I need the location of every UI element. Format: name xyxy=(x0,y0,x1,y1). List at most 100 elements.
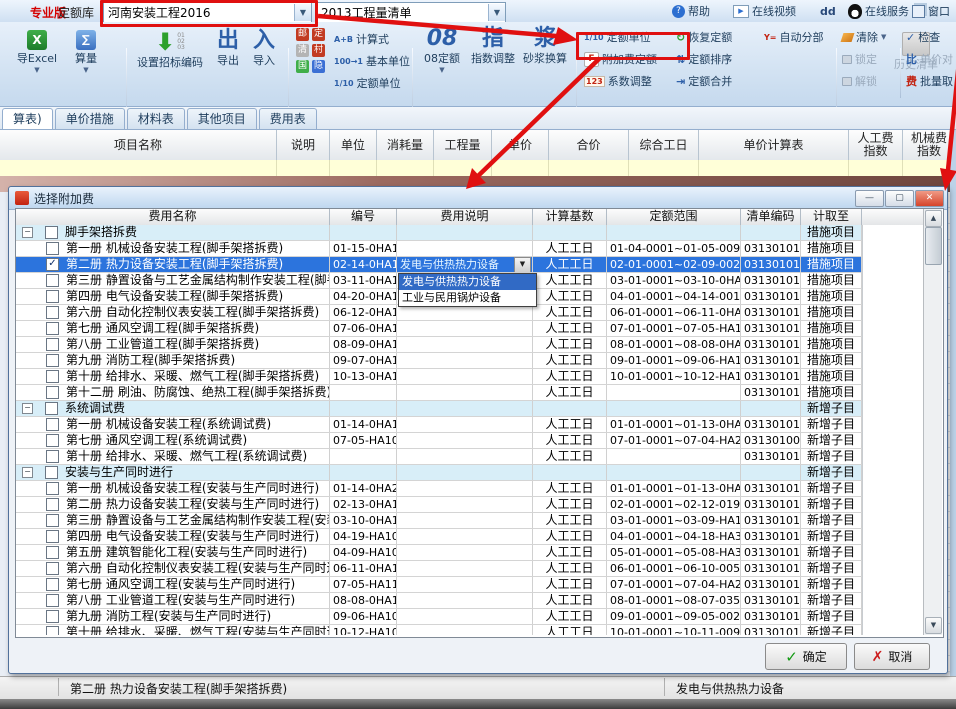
fee-checkbox[interactable] xyxy=(46,594,59,607)
fee-row[interactable]: 第八册 工业管道工程(脚手架搭拆费)08-09-0HA1人工工日08-01-00… xyxy=(16,337,862,353)
export-excel-button[interactable]: X 导Excel ▼ xyxy=(14,30,60,74)
fee-row[interactable]: 第十册 给排水、采暖、燃气工程(系统调试费)人工工日031301018新增子目 xyxy=(16,449,862,465)
batch-fee-button[interactable]: 费 批量取 xyxy=(906,72,953,90)
fee-checkbox[interactable]: ✓ xyxy=(46,258,59,271)
fee-row[interactable]: 第六册 自动化控制仪表安装工程(安装与生产同时进行06-11-0HA1人工工日0… xyxy=(16,561,862,577)
fee-group-row[interactable]: −脚手架搭拆费措施项目 xyxy=(16,225,862,241)
fee-header-cell[interactable]: 费用说明 xyxy=(397,209,533,225)
fee-row[interactable]: 第九册 消防工程(脚手架搭拆费)09-07-0HA1人工工日09-01-0001… xyxy=(16,353,862,369)
tree-collapse-icon[interactable]: − xyxy=(22,467,33,478)
mortar-convert-button[interactable]: 浆 砂浆换算 xyxy=(520,28,570,66)
fee-checkbox[interactable] xyxy=(46,610,59,623)
index-adjust-button[interactable]: 指 指数调整 xyxy=(468,28,518,66)
close-button[interactable]: ✕ xyxy=(915,190,944,207)
fee-checkbox[interactable] xyxy=(46,290,59,303)
display-mini-icon-2[interactable]: 清 xyxy=(296,44,309,57)
tab-0[interactable]: 算表) xyxy=(2,108,53,129)
fee-row[interactable]: 第十册 给排水、采暖、燃气工程(脚手架搭拆费)10-13-0HA1人工工日10-… xyxy=(16,369,862,385)
display-mini-icon-4[interactable]: 国 xyxy=(296,60,309,73)
export-button[interactable]: 出 导出 xyxy=(212,30,244,68)
window-menu-button[interactable]: 窗口 xyxy=(912,2,950,20)
fee-table-scrollbar[interactable]: ▲ ▼ xyxy=(923,209,942,635)
fee-row[interactable]: 第四册 电气设备安装工程(安装与生产同时进行)04-19-HA10人工工日04-… xyxy=(16,529,862,545)
dropdown-option[interactable]: 工业与民用锅炉设备 xyxy=(399,290,536,306)
quota-unit-button[interactable]: 1/10 定额单位 xyxy=(334,74,401,92)
scroll-up-icon[interactable]: ▲ xyxy=(925,210,942,227)
fee-checkbox[interactable] xyxy=(45,226,58,239)
fee-group-row[interactable]: −系统调试费新增子目 xyxy=(16,401,862,417)
fee-row[interactable]: 第六册 自动化控制仪表安装工程(脚手架搭拆费)06-12-0HA1人工工日06-… xyxy=(16,305,862,321)
desc-dropdown-icon[interactable]: ▼ xyxy=(514,257,531,272)
unlock-button[interactable]: 解锁 xyxy=(842,72,877,90)
fee-checkbox[interactable] xyxy=(46,306,59,319)
fee-row[interactable]: 第七册 通风空调工程(系统调试费)07-05-HA10人工工日07-01-000… xyxy=(16,433,862,449)
fee-header-cell[interactable]: 清单编码 xyxy=(741,209,801,225)
scroll-down-icon[interactable]: ▼ xyxy=(925,617,942,634)
fee-row[interactable]: 第五册 建筑智能化工程(安装与生产同时进行)04-09-HA10人工工日05-0… xyxy=(16,545,862,561)
find-button[interactable]: dd xyxy=(820,2,836,20)
fee-checkbox[interactable] xyxy=(46,354,59,367)
fee-row[interactable]: 第二册 热力设备安装工程(安装与生产同时进行)02-13-0HA1人工工日02-… xyxy=(16,497,862,513)
fee-group-row[interactable]: −安装与生产同时进行新增子目 xyxy=(16,465,862,481)
price-compare-button[interactable]: 比 单价对 xyxy=(906,50,953,68)
quota-merge-button[interactable]: ⇥ 定额合并 xyxy=(676,72,732,90)
dialog-title-bar[interactable]: 选择附加费 xyxy=(9,187,947,210)
import-button[interactable]: 入 导入 xyxy=(248,30,280,68)
fee-checkbox[interactable] xyxy=(45,466,58,479)
quantity-calc-button[interactable]: ∑ 算量 ▼ xyxy=(66,30,106,74)
fee-checkbox[interactable] xyxy=(46,482,59,495)
fee-checkbox[interactable] xyxy=(46,434,59,447)
ok-button[interactable]: ✓ 确定 xyxy=(765,643,847,670)
fee-header-cell[interactable]: 定额范围 xyxy=(607,209,741,225)
fee-row[interactable]: 第七册 通风空调工程(安装与生产同时进行)07-05-HA11人工工日07-01… xyxy=(16,577,862,593)
scrollbar-thumb[interactable] xyxy=(925,227,942,265)
dropdown-option[interactable]: 发电与供热热力设备 xyxy=(399,274,536,290)
formula-button[interactable]: A+B 计算式 xyxy=(334,30,389,48)
fee-checkbox[interactable] xyxy=(46,562,59,575)
display-icon-grid[interactable]: 邮定清村国隐 xyxy=(296,28,328,73)
fee-checkbox[interactable] xyxy=(46,370,59,383)
fee-header-cell[interactable]: 计算基数 xyxy=(533,209,607,225)
fee-row[interactable]: 第八册 工业管道工程(安装与生产同时进行)08-08-0HA1人工工日08-01… xyxy=(16,593,862,609)
fee-row[interactable]: 第一册 机械设备安装工程(系统调试费)01-14-0HA1人工工日01-01-0… xyxy=(16,417,862,433)
fee-checkbox[interactable] xyxy=(46,450,59,463)
chevron-down-icon[interactable]: ▼ xyxy=(488,4,505,21)
quota08-button[interactable]: 08 08定额 ▼ xyxy=(420,28,464,74)
tree-collapse-icon[interactable]: − xyxy=(22,227,33,238)
maximize-button[interactable]: ▢ xyxy=(885,190,914,207)
bid-code-button[interactable]: ⬇ 01 02 03 设置招标编码 xyxy=(132,30,208,70)
list-standard-combo[interactable]: 2013工程量清单 ▼ xyxy=(316,2,506,23)
fee-checkbox[interactable] xyxy=(46,530,59,543)
fee-row[interactable]: 第一册 机械设备安装工程(安装与生产同时进行)01-14-0HA2人工工日01-… xyxy=(16,481,862,497)
fee-row[interactable]: 第十二册 刷油、防腐蚀、绝热工程(脚手架搭拆费)人工工日031301017措施项… xyxy=(16,385,862,401)
fee-checkbox[interactable] xyxy=(45,402,58,415)
cancel-button[interactable]: ✗ 取消 xyxy=(854,643,930,670)
fee-checkbox[interactable] xyxy=(46,514,59,527)
fee-row[interactable]: 第七册 通风空调工程(脚手架搭拆费)07-06-0HA1人工工日07-01-00… xyxy=(16,321,862,337)
fee-checkbox[interactable] xyxy=(46,274,59,287)
auto-part-button[interactable]: Y= 自动分部 xyxy=(764,28,824,46)
tab-4[interactable]: 费用表 xyxy=(259,108,317,129)
fee-checkbox[interactable] xyxy=(46,578,59,591)
fee-checkbox[interactable] xyxy=(46,626,59,635)
fee-row[interactable]: 第三册 静置设备与工艺金属结构制作安装工程(安装与03-10-0HA1人工工日0… xyxy=(16,513,862,529)
lock-button[interactable]: 锁定 xyxy=(842,50,877,68)
main-table-yellow-row[interactable] xyxy=(0,160,956,177)
clear-button[interactable]: 清除 ▼ xyxy=(842,28,886,46)
tab-2[interactable]: 材料表 xyxy=(127,108,185,129)
fee-checkbox[interactable] xyxy=(46,546,59,559)
fee-checkbox[interactable] xyxy=(46,322,59,335)
fee-row[interactable]: 第十册 给排水、采暖、燃气工程(安装与生产同时进行10-12-HA10人工工日1… xyxy=(16,625,862,635)
online-service-button[interactable]: 在线服务 xyxy=(848,2,909,20)
online-video-button[interactable]: ▶ 在线视频 xyxy=(733,2,796,20)
fee-header-cell[interactable]: 计取至 xyxy=(801,209,862,225)
tab-1[interactable]: 单价措施 xyxy=(55,108,125,129)
fee-checkbox[interactable] xyxy=(46,418,59,431)
fee-row[interactable]: 第九册 消防工程(安装与生产同时进行)09-06-HA10人工工日09-01-0… xyxy=(16,609,862,625)
fee-checkbox[interactable] xyxy=(46,338,59,351)
fee-row[interactable]: 第一册 机械设备安装工程(脚手架搭拆费)01-15-0HA1人工工日01-04-… xyxy=(16,241,862,257)
tree-collapse-icon[interactable]: − xyxy=(22,403,33,414)
display-mini-icon-1[interactable]: 定 xyxy=(312,28,325,41)
fee-row[interactable]: ✓第二册 热力设备安装工程(脚手架搭拆费)02-14-0HA1发电与供热热力设备… xyxy=(16,257,862,273)
base-unit-button[interactable]: 100→1 基本单位 xyxy=(334,52,410,70)
